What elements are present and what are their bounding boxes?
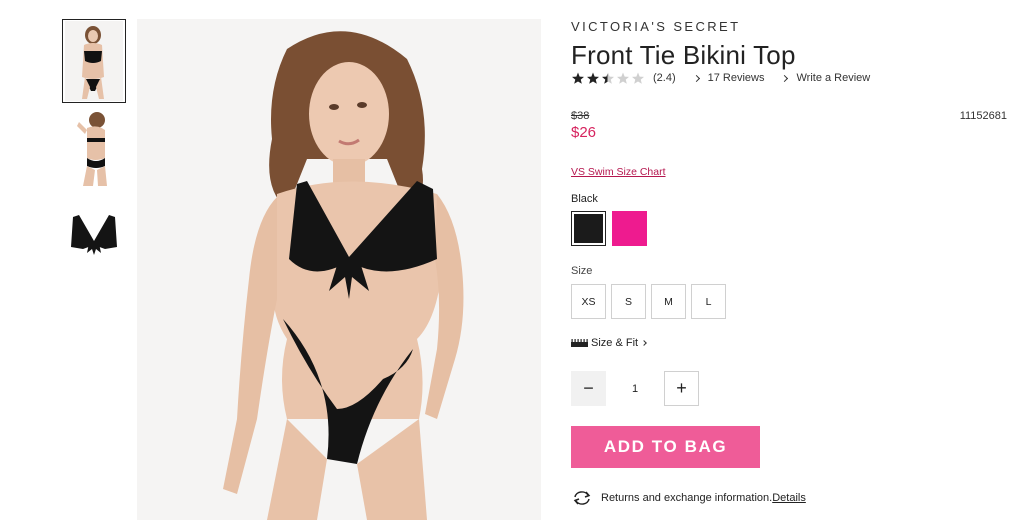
thumbnail-front-view[interactable]: [62, 19, 126, 103]
chevron-right-icon: [641, 340, 647, 346]
ruler-icon: [571, 339, 588, 347]
model-front-thumbnail-image: [65, 21, 123, 101]
star-empty-icon: [617, 72, 629, 84]
brand-name: VICTORIA'S SECRET: [571, 19, 741, 34]
product-title: Front Tie Bikini Top: [571, 40, 796, 70]
rating-stars: [571, 72, 645, 84]
selected-color-label: Black: [571, 193, 598, 205]
size-option-m[interactable]: M: [651, 284, 686, 319]
size-options: XS S M L: [571, 284, 726, 319]
quantity-increase-button[interactable]: +: [664, 371, 699, 406]
color-swatch-black-fill: [574, 214, 603, 243]
size-chart-link[interactable]: VS Swim Size Chart: [571, 166, 666, 178]
sale-price: $26: [571, 124, 597, 141]
write-review-link-label: Write a Review: [796, 72, 871, 84]
original-price: $38: [571, 110, 590, 122]
thumbnail-back-view[interactable]: [62, 106, 126, 190]
product-sku: 11152681: [959, 110, 1007, 122]
model-photo: [137, 19, 541, 520]
star-full-icon: [587, 72, 599, 84]
star-partial-icon: [602, 72, 614, 84]
size-option-l[interactable]: L: [691, 284, 726, 319]
quantity-value[interactable]: 1: [606, 383, 664, 395]
quantity-decrease-button[interactable]: −: [571, 371, 606, 406]
rating-value: (2.4): [653, 72, 676, 84]
reviews-link-label: 17 Reviews: [707, 72, 765, 84]
color-swatch-black[interactable]: [571, 211, 606, 246]
returns-info: Returns and exchange information. Detail…: [571, 490, 806, 506]
size-label: Size: [571, 265, 593, 277]
size-option-xs[interactable]: XS: [571, 284, 606, 319]
size-and-fit-label: Size & Fit: [591, 337, 639, 349]
thumbnail-product-flat[interactable]: [62, 193, 126, 277]
thumbnail-list: [62, 19, 126, 280]
size-and-fit-link[interactable]: Size & Fit: [571, 337, 647, 349]
star-empty-icon: [632, 72, 644, 84]
color-swatch-pink[interactable]: [612, 211, 647, 246]
size-option-s[interactable]: S: [611, 284, 646, 319]
returns-text: Returns and exchange information.: [601, 492, 773, 504]
quantity-stepper: − 1 +: [571, 371, 699, 406]
rating-row: (2.4) 17 Reviews Write a Review: [571, 72, 888, 84]
reviews-link[interactable]: 17 Reviews: [692, 72, 765, 84]
bikini-top-thumbnail-image: [65, 195, 123, 275]
chevron-right-icon: [781, 74, 789, 82]
product-info-panel: VICTORIA'S SECRET Front Tie Bikini Top (…: [571, 0, 1011, 520]
chevron-right-icon: [692, 74, 700, 82]
add-to-bag-button[interactable]: ADD TO BAG: [571, 426, 760, 468]
returns-details-link[interactable]: Details: [772, 492, 806, 504]
color-swatches: [571, 211, 647, 246]
write-review-link[interactable]: Write a Review: [781, 72, 871, 84]
exchange-arrows-icon: [573, 491, 591, 505]
main-product-image: [137, 19, 541, 520]
model-back-thumbnail-image: [65, 108, 123, 188]
star-full-icon: [572, 72, 584, 84]
color-swatch-pink-fill: [612, 211, 647, 246]
